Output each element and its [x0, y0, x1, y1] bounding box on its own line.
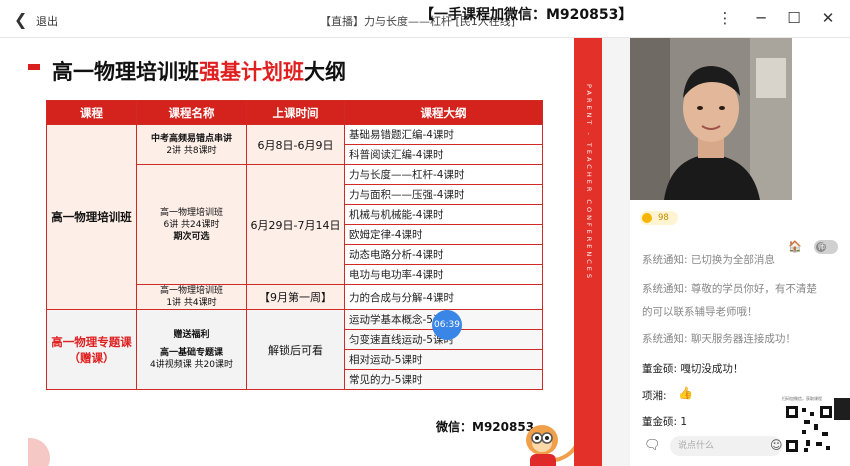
chat-bubble-icon[interactable]: 🗨: [644, 438, 661, 453]
time-cell: 【9月第一周】: [246, 284, 345, 310]
course-name-line: 2讲 共8课时: [166, 145, 217, 156]
chat-message: 董金硕: 1: [642, 416, 688, 428]
course-name-line: 高一基础专题课: [159, 347, 223, 358]
table-header-row: 课程 课程名称 上课时间 课程大纲: [46, 100, 543, 125]
chat-message: 系统通知: 尊敬的学员你好，有不清楚: [642, 283, 817, 295]
course-bonus-line: 高一物理专题课: [51, 334, 132, 349]
slide-area: 高一物理培训班强基计划班大纲 课程 课程名称 上课时间 课程大纲 高一物理培训班…: [28, 38, 574, 466]
chat-message: 系统通知: 已切换为全部消息: [642, 254, 775, 266]
slide-title-part2: 大纲: [304, 60, 346, 84]
coin-count: 98: [658, 213, 669, 223]
slide-title: 高一物理培训班强基计划班大纲: [52, 56, 346, 86]
chat-input[interactable]: 说点什么: [670, 436, 782, 456]
outline-cell: 力的合成与分解-4课时: [344, 284, 543, 310]
outline-cell: 电功与电功率-4课时: [344, 264, 543, 285]
course-name-line: 4讲视频课 共20课时: [149, 359, 234, 370]
dark-corner-panel: [834, 398, 850, 420]
header-outline: 课程大纲: [344, 100, 543, 125]
chat-message: 项湘:: [642, 390, 667, 402]
outline-cell: 动态电路分析-4课时: [344, 244, 543, 265]
toggle-label: 师: [818, 243, 825, 251]
slide-title-part1: 高一物理培训班: [52, 60, 199, 84]
title-accent-bar: [28, 64, 40, 70]
outline-cell: 欧姆定律-4课时: [344, 224, 543, 245]
course-name-cell: 中考高频易错点串讲 2讲 共8课时: [136, 124, 247, 165]
table-row: 高一物理专题课 （赠课） 赠送福利 高一基础专题课 4讲视频课 共20课时 解锁…: [46, 309, 543, 390]
course-cell-bonus: 高一物理专题课 （赠课）: [46, 309, 137, 390]
outline-cell: 相对运动-5课时: [344, 349, 543, 370]
thumbs-up-icon: 👍: [678, 386, 693, 400]
course-name-line: 中考高频易错点串讲: [150, 133, 232, 144]
course-name-line: 赠送福利: [173, 329, 210, 340]
more-options-icon[interactable]: ⋮: [716, 9, 734, 27]
course-name-cell: 高一物理培训班 6讲 共24课时 期次可选: [136, 164, 247, 285]
panel-gap: [602, 38, 630, 466]
course-name-line: 6讲 共24课时: [163, 219, 220, 230]
outline-cell: 基础易错题汇编-4课时: [344, 124, 543, 145]
coin-badge: 98: [640, 211, 678, 225]
gift-icon[interactable]: 🏠: [788, 240, 802, 253]
qr-code-image: [782, 396, 836, 456]
course-bonus-line: （赠课）: [68, 350, 115, 365]
chat-message: 的可以联系辅导老师哦！: [642, 306, 758, 318]
coin-icon: [642, 213, 652, 223]
outline-cell: 常见的力-5课时: [344, 369, 543, 390]
slide-title-highlight: 强基计划班: [199, 60, 304, 84]
table-row: 高一物理培训班 中考高频易错点串讲 2讲 共8课时 6月8日-6月9日 基础易错…: [46, 124, 543, 310]
course-name-line: 高一物理培训班: [159, 286, 223, 296]
close-icon[interactable]: ✕: [819, 9, 837, 27]
header-time: 上课时间: [246, 100, 345, 125]
chat-message: 系统通知: 聊天服务器连接成功！: [642, 333, 796, 345]
maximize-icon[interactable]: ☐: [785, 9, 803, 27]
course-name-line: 期次可选: [173, 231, 210, 242]
time-cell: 解锁后可看: [246, 309, 345, 390]
title-bar: ❮ 退出 【直播】力与长度——杠杆 [民1人在线] 【一手课程加微信：M9208…: [0, 0, 850, 38]
course-name-cell: 高一物理培训班 1讲 共4课时: [136, 284, 247, 310]
time-cell: 6月8日-6月9日: [246, 124, 345, 165]
watermark-text: 【一手课程加微信：M920853】: [420, 7, 633, 23]
outline-cell: 力与面积——压强-4课时: [344, 184, 543, 205]
back-arrow-icon[interactable]: ❮: [14, 10, 27, 29]
monkey-mascot-icon: [526, 425, 574, 466]
course-cell: 高一物理培训班: [46, 124, 137, 310]
emoji-icon[interactable]: ☺: [770, 438, 783, 452]
minimize-icon[interactable]: ─: [752, 9, 770, 27]
qr-caption: 扫码加微信，获取课程: [782, 396, 822, 401]
course-name-line: 高一物理培训班: [159, 207, 223, 218]
exit-button[interactable]: 退出: [36, 13, 58, 29]
time-cell: 6月29日-7月14日: [246, 164, 345, 285]
outline-cell: 科普阅读汇编-4课时: [344, 144, 543, 165]
teacher-video-feed: [630, 38, 792, 200]
teacher-only-toggle[interactable]: 师: [814, 240, 838, 254]
chat-message: 董金硕: 嘎切没成功！: [642, 363, 744, 375]
outline-cell: 力与长度——杠杆-4课时: [344, 164, 543, 185]
decorative-shape: [28, 438, 50, 466]
course-name-cell: 赠送福利 高一基础专题课 4讲视频课 共20课时: [136, 309, 247, 390]
syllabus-table: 课程 课程名称 上课时间 课程大纲 高一物理培训班 中考高频易错点串讲 2讲 共…: [46, 100, 543, 390]
timer-badge[interactable]: 06:39: [432, 310, 462, 340]
header-course: 课程: [46, 100, 137, 125]
course-name-line: 1讲 共4课时: [166, 298, 217, 308]
side-decorative-strip: PARENT - TEACHER CONFERENCES: [574, 38, 602, 466]
chat-panel: 98 🏠 师 系统通知: 已切换为全部消息 系统通知: 尊敬的学员你好，有不清楚…: [630, 200, 850, 466]
side-strip-text: PARENT - TEACHER CONFERENCES: [585, 84, 593, 282]
header-course-name: 课程名称: [136, 100, 247, 125]
outline-cell: 机械与机械能-4课时: [344, 204, 543, 225]
